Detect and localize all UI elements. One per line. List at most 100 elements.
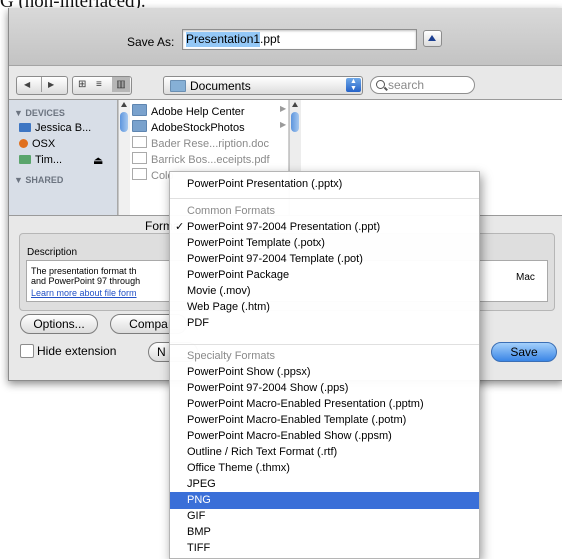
chevron-right-icon: ▶: [280, 120, 287, 129]
search-icon: [376, 80, 385, 89]
menu-item-specialty[interactable]: PowerPoint Show (.ppsx): [170, 364, 479, 381]
menu-item-specialty[interactable]: GIF: [170, 508, 479, 525]
menu-item-common[interactable]: Web Page (.htm): [170, 299, 479, 316]
menu-item-label: PowerPoint 97-2004 Presentation (.ppt): [187, 221, 381, 233]
menu-item-common[interactable]: PowerPoint Template (.potx): [170, 235, 479, 252]
sidebar-item-computer[interactable]: Jessica B...: [19, 122, 91, 134]
menu-item-specialty[interactable]: JPEG: [170, 476, 479, 493]
location-popup[interactable]: Documents ▲ ▼: [163, 76, 363, 95]
menu-item-label: BMP: [187, 526, 211, 538]
sidebar-item-osx[interactable]: OSX: [19, 138, 55, 150]
menu-item-label: PowerPoint Show (.ppsx): [187, 366, 311, 378]
menu-item-label: PDF: [187, 317, 209, 329]
menu-item-label: PowerPoint Template (.potx): [187, 237, 325, 249]
menu-item-label: Outline / Rich Text Format (.rtf): [187, 446, 338, 458]
menu-item-specialty[interactable]: Office Theme (.thmx): [170, 460, 479, 477]
divider: [41, 77, 42, 92]
file-row[interactable]: AdobeStockPhotos ▶: [132, 120, 286, 134]
menu-item-common[interactable]: PowerPoint 97-2004 Template (.pot): [170, 251, 479, 268]
sidebar-item-time-machine[interactable]: Tim... ⏏: [19, 154, 103, 167]
checkmark-icon: ✓: [175, 221, 185, 233]
sidebar-header-devices: ▼ DEVICES: [14, 108, 65, 118]
column-left-scrollbar[interactable]: [118, 100, 130, 215]
menu-item-specialty[interactable]: PowerPoint Macro-Enabled Presentation (.…: [170, 396, 479, 413]
menu-item-specialty[interactable]: BMP: [170, 524, 479, 541]
menu-item-specialty[interactable]: PowerPoint Macro-Enabled Show (.ppsm): [170, 428, 479, 445]
menu-item-label: Office Theme (.thmx): [187, 462, 290, 474]
hide-extension-checkbox[interactable]: [20, 344, 34, 358]
menu-item-common[interactable]: Movie (.mov): [170, 283, 479, 300]
save-button[interactable]: Save: [491, 342, 557, 362]
document-icon: [132, 136, 147, 148]
menu-item-highlighted[interactable]: PNG: [170, 492, 479, 509]
menu-item-common[interactable]: PDF: [170, 315, 479, 332]
filename-selected-text: Presentation1: [186, 32, 261, 47]
learn-more-link[interactable]: Learn more about file form: [31, 288, 137, 298]
back-arrow-icon[interactable]: ◀: [24, 80, 30, 89]
scroll-up-arrow-icon[interactable]: [292, 102, 298, 107]
search-field[interactable]: search: [370, 76, 475, 94]
filename-field[interactable]: Presentation1 .ppt: [182, 29, 417, 50]
menu-item-specialty[interactable]: PowerPoint 97-2004 Show (.pps): [170, 380, 479, 397]
filename-extension-text: .ppt: [260, 32, 281, 46]
sidebar: ▼ DEVICES Jessica B... OSX Tim... ⏏ ▼ SH…: [9, 100, 118, 215]
menu-item-specialty[interactable]: PowerPoint Macro-Enabled Template (.potm…: [170, 412, 479, 429]
folder-icon: [132, 104, 147, 116]
forward-arrow-icon[interactable]: ▶: [48, 80, 54, 89]
menu-item-label: PowerPoint Macro-Enabled Template (.potm…: [187, 414, 407, 426]
description-text-tail: Mac: [516, 272, 535, 283]
file-row[interactable]: Barrick Bos...eceipts.pdf: [132, 152, 270, 166]
menu-item-label: PowerPoint Macro-Enabled Presentation (.…: [187, 398, 424, 410]
description-text-line-2: and PowerPoint 97 through: [31, 276, 141, 286]
file-name: Adobe Help Center: [151, 106, 245, 118]
file-row[interactable]: Adobe Help Center ▶: [132, 104, 286, 118]
save-as-bar: Save As: Presentation1 .ppt: [9, 8, 562, 66]
scroll-thumb[interactable]: [120, 112, 128, 132]
menu-item-label: PowerPoint Package: [187, 269, 290, 281]
menu-header-common: Common Formats: [187, 205, 276, 217]
save-as-label: Save As:: [127, 35, 175, 49]
view-mode-group: ⊞ ≡ ▥: [72, 76, 132, 95]
time-machine-icon: [19, 155, 31, 164]
menu-item-pptx[interactable]: PowerPoint Presentation (.pptx): [170, 176, 479, 193]
format-dropdown-menu: PowerPoint Presentation (.pptx) Common F…: [169, 171, 480, 559]
menu-item-label: Movie (.mov): [187, 285, 251, 297]
file-name: Barrick Bos...eceipts.pdf: [151, 154, 270, 166]
document-icon: [132, 168, 147, 180]
browser-toolbar: ◀ ▶ ⊞ ≡ ▥ Documents ▲ ▼ search: [9, 74, 562, 96]
eject-icon[interactable]: ⏏: [93, 154, 103, 167]
file-row[interactable]: Colo: [132, 168, 174, 182]
sidebar-header-shared: ▼ SHARED: [14, 175, 64, 185]
menu-item-label: GIF: [187, 510, 206, 522]
hard-drive-icon: [19, 139, 28, 148]
menu-item-label: PowerPoint Macro-Enabled Show (.ppsm): [187, 430, 392, 442]
document-icon: [132, 152, 147, 164]
menu-item-common[interactable]: PowerPoint Package: [170, 267, 479, 284]
menu-item-specialty[interactable]: Outline / Rich Text Format (.rtf): [170, 444, 479, 461]
scroll-up-arrow-icon[interactable]: [121, 102, 127, 107]
menu-item-common[interactable]: ✓ PowerPoint 97-2004 Presentation (.ppt): [170, 219, 479, 236]
menu-item-label: PNG: [187, 494, 211, 506]
icon-view-icon[interactable]: ⊞: [78, 79, 86, 90]
description-text-line-1: The presentation format th: [31, 266, 137, 276]
file-row[interactable]: Bader Rese...ription.doc: [132, 136, 269, 150]
file-name: Bader Rese...ription.doc: [151, 138, 270, 150]
menu-header-specialty: Specialty Formats: [187, 350, 276, 362]
location-label: Documents: [190, 79, 251, 93]
folder-icon: [132, 120, 147, 132]
popup-arrows-icon: ▲ ▼: [346, 78, 361, 92]
menu-item-label: Web Page (.htm): [187, 301, 270, 313]
list-view-icon[interactable]: ≡: [96, 79, 102, 90]
triangle-up-icon: [428, 35, 436, 41]
menu-item-label: PowerPoint 97-2004 Template (.pot): [187, 253, 363, 265]
chevron-right-icon: ▶: [280, 104, 287, 113]
scroll-thumb[interactable]: [291, 112, 299, 132]
computer-icon: [19, 123, 31, 132]
menu-separator: [170, 198, 479, 199]
expand-dialog-button[interactable]: [423, 30, 442, 47]
back-forward-group: ◀ ▶: [16, 76, 68, 95]
menu-item-specialty[interactable]: TIFF: [170, 540, 479, 557]
search-placeholder: search: [388, 78, 425, 92]
column-view-icon[interactable]: ▥: [112, 77, 130, 92]
menu-item-label: JPEG: [187, 478, 216, 490]
